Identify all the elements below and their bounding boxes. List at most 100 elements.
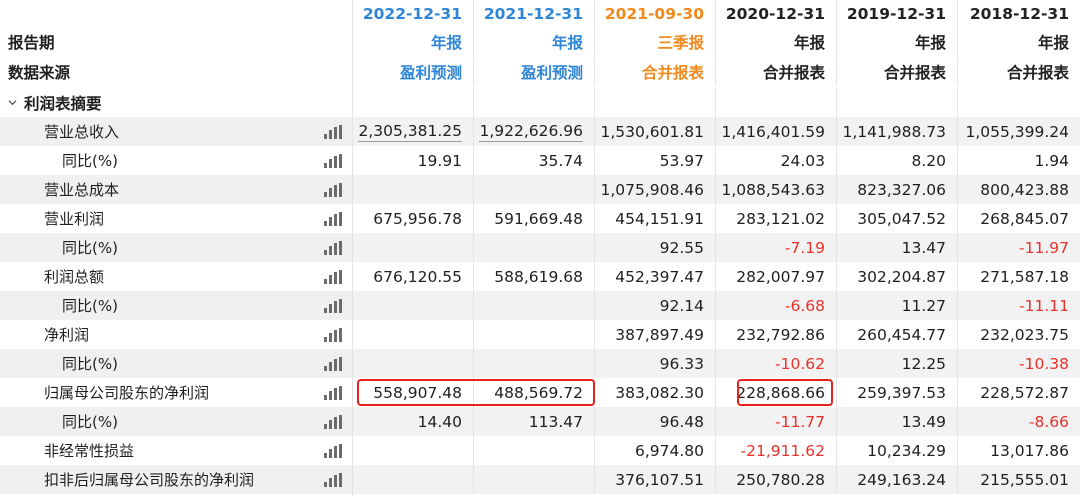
bar-chart-icon[interactable] [324,125,342,139]
value-cell: 1,088,543.63 [715,175,836,204]
bar-chart-icon-bar [329,333,332,342]
row-label-cell: 同比(%) [0,233,352,262]
bar-chart-icon[interactable] [324,328,342,342]
bar-chart-icon[interactable] [324,212,342,226]
value-text: -10.62 [775,354,825,373]
bar-chart-icon[interactable] [324,299,342,313]
section-empty-cell [836,88,957,117]
value-cell: 10,234.29 [836,436,957,465]
bar-chart-icon-bar [329,275,332,284]
value-text: 92.14 [659,296,704,315]
header-period-cell: 年报 [836,28,957,56]
value-cell: 591,669.48 [473,204,594,233]
bar-chart-icon-bar [324,221,327,226]
value-cell: 215,555.01 [957,465,1080,494]
value-text: 675,956.78 [373,209,462,228]
row-label: 净利润 [44,326,90,344]
value-cell: 1,922,626.96 [473,117,594,146]
value-text: 24.03 [780,151,825,170]
value-cell: 1,055,399.24 [957,117,1080,146]
value-cell: 11.27 [836,291,957,320]
row-label-cell: 非经常性损益 [0,436,352,465]
row-label-cell: 营业总成本 [0,175,352,204]
header-source-text: 合并报表 [883,63,946,82]
section-row-income-summary[interactable]: 利润表摘要 [0,88,1080,117]
bar-chart-icon[interactable] [324,357,342,371]
row-label: 同比(%) [62,152,118,170]
bar-chart-icon[interactable] [324,183,342,197]
value-text: 800,423.88 [980,180,1069,199]
value-text: 305,047.52 [857,209,946,228]
value-text: 13.49 [901,412,946,431]
value-cell [352,349,473,378]
header-label-source: 数据来源 [0,57,352,86]
header-source-cell: 合并报表 [715,57,836,86]
bar-chart-icon[interactable] [324,241,342,255]
value-cell: 376,107.51 [594,465,715,494]
header-period-text: 年报 [551,34,583,52]
bar-chart-icon-bar [334,185,337,197]
value-text: 588,619.68 [494,267,583,286]
value-cell [473,175,594,204]
header-period-text: 三季报 [657,34,704,52]
section-label[interactable]: 利润表摘要 [0,88,352,117]
value-cell [473,291,594,320]
value-cell [473,436,594,465]
value-text: 228,572.87 [980,383,1069,402]
value-text: 232,792.86 [736,325,825,344]
value-cell: 488,569.72 [473,378,594,407]
value-cell: 283,121.02 [715,204,836,233]
value-cell: -8.66 [957,407,1080,436]
value-text: 228,868.66 [736,383,825,402]
value-text: 6,974.80 [634,441,704,460]
value-cell: 96.48 [594,407,715,436]
bar-chart-icon[interactable] [324,473,342,487]
value-text: 11.27 [901,296,946,315]
row-label: 营业总收入 [44,123,120,141]
bar-chart-icon-bar [334,475,337,487]
bar-chart-icon-bar [339,241,342,255]
bar-chart-icon[interactable] [324,270,342,284]
value-text: -8.66 [1028,412,1069,431]
bar-chart-icon[interactable] [324,444,342,458]
bar-chart-icon[interactable] [324,154,342,168]
chevron-down-icon[interactable] [8,98,17,107]
value-cell [473,233,594,262]
value-text: 1.94 [1034,151,1069,170]
section-empty-cell [473,88,594,117]
bar-chart-icon-bar [329,246,332,255]
header-source-cell: 合并报表 [836,57,957,86]
value-cell: -11.11 [957,291,1080,320]
row-label: 同比(%) [62,297,118,315]
section-empty-cell [957,88,1080,117]
header-date-text: 2020-12-31 [725,5,825,23]
row-label: 同比(%) [62,413,118,431]
table-row: 净利润 387,897.49 232,792.86 260,454.77 232,023… [0,320,1080,349]
bar-chart-icon[interactable] [324,386,342,400]
header-source-cell: 盈利预测 [352,57,473,86]
bar-chart-icon[interactable] [324,415,342,429]
bar-chart-icon-bar [324,482,327,487]
value-text: -11.77 [775,412,825,431]
value-text: 676,120.55 [373,267,462,286]
value-cell: -11.97 [957,233,1080,262]
value-cell [352,175,473,204]
bar-chart-icon-bar [324,337,327,342]
bar-chart-icon-bar [329,449,332,458]
value-cell: 13,017.86 [957,436,1080,465]
row-label: 营业利润 [44,210,105,228]
header-source-text: 合并报表 [641,63,704,82]
value-cell: 1,416,401.59 [715,117,836,146]
bar-chart-icon-bar [334,330,337,342]
value-cell: 8.20 [836,146,957,175]
bar-chart-icon-bar [329,159,332,168]
value-cell: 260,454.77 [836,320,957,349]
value-text: 454,151.91 [615,209,704,228]
value-text: 1,141,988.73 [842,122,946,141]
bar-chart-icon-bar [334,388,337,400]
value-text: -21,911.62 [740,441,825,460]
value-cell: 387,897.49 [594,320,715,349]
value-cell: 1.94 [957,146,1080,175]
value-text: -11.11 [1019,296,1069,315]
row-label: 同比(%) [62,239,118,257]
